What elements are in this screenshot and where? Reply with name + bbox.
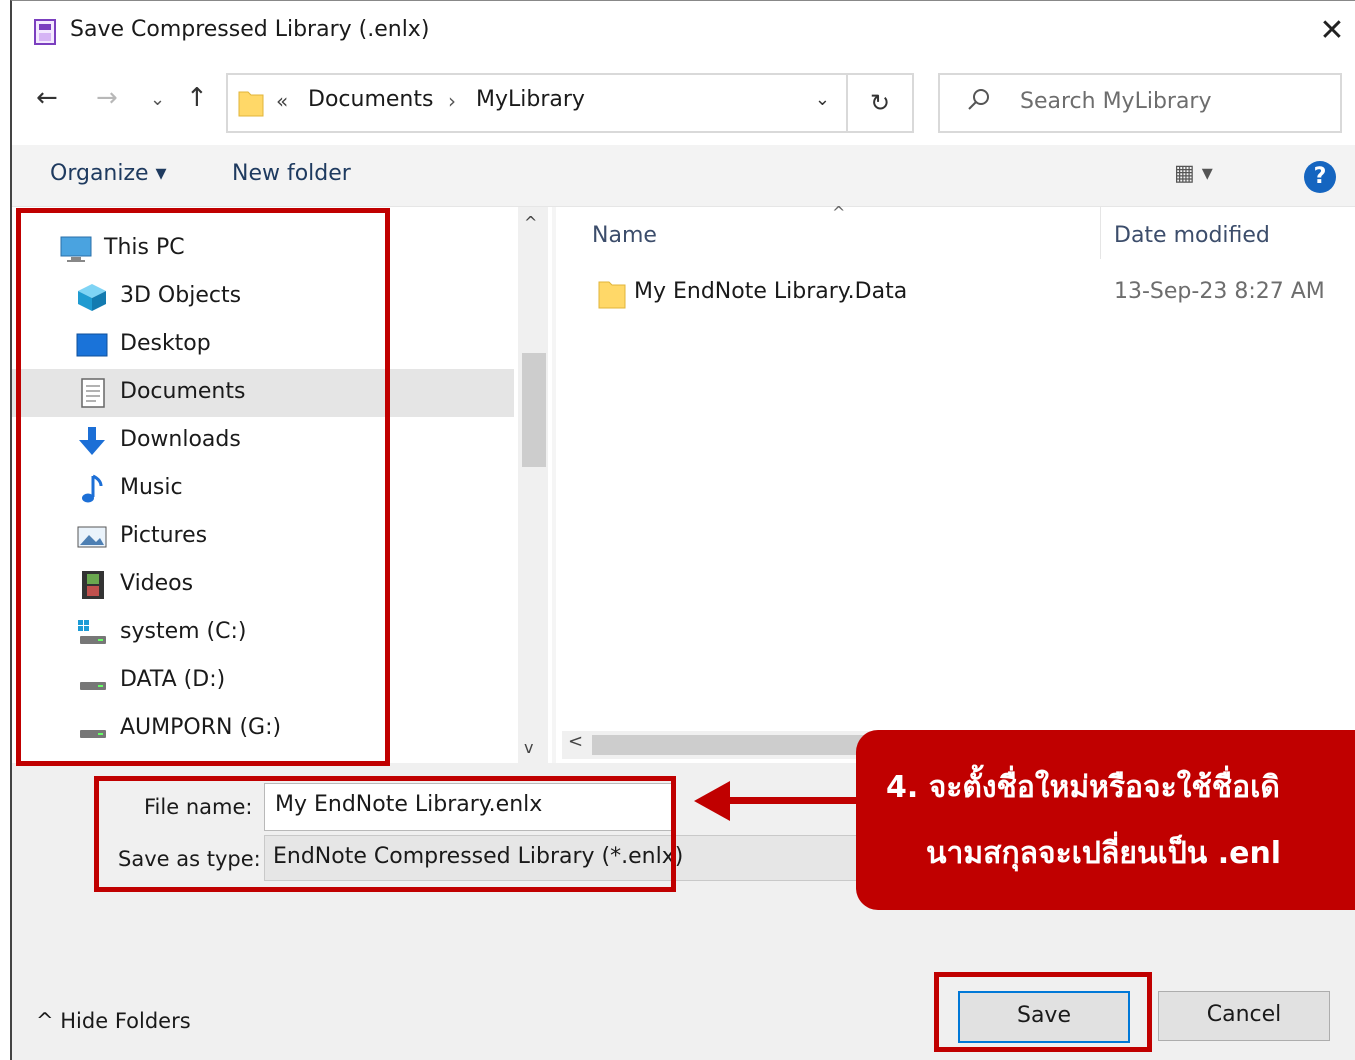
search-box[interactable]: Search MyLibrary	[938, 73, 1342, 133]
windows-drive-icon	[78, 620, 106, 644]
list-item[interactable]: My EndNote Library.Data 13-Sep-23 8:27 A…	[586, 271, 1355, 315]
up-arrow-icon[interactable]: ↑	[186, 83, 208, 113]
scroll-left-icon[interactable]: <	[568, 731, 583, 752]
file-name-label: File name:	[144, 795, 253, 819]
sidebar-item-3d-objects[interactable]: 3D Objects	[12, 273, 514, 321]
desktop-icon	[76, 333, 108, 357]
column-header-date-modified[interactable]: Date modified	[1114, 223, 1270, 248]
column-divider[interactable]	[1100, 207, 1101, 259]
sidebar-item-label: Documents	[120, 379, 246, 404]
sidebar-item-label: Desktop	[120, 331, 211, 356]
callout-arrow-icon	[694, 781, 730, 821]
command-toolbar: Organize ▾ New folder ▦ ▾ ?	[12, 145, 1355, 207]
save-button[interactable]: Save	[958, 991, 1130, 1043]
sidebar-item-label: Videos	[120, 571, 194, 596]
sidebar-item-label: system (C:)	[120, 619, 247, 644]
sidebar-item-label: 3D Objects	[120, 283, 242, 308]
sidebar-item-documents[interactable]: Documents	[12, 369, 514, 417]
recent-locations-chevron-icon[interactable]: ⌄	[150, 89, 165, 110]
view-options-button[interactable]: ▦ ▾	[1174, 161, 1213, 186]
sidebar-item-music[interactable]: Music	[12, 465, 514, 513]
endnote-app-icon	[34, 19, 56, 45]
scrollbar-thumb[interactable]	[592, 735, 872, 755]
monitor-icon	[60, 236, 92, 262]
breadcrumb-mylibrary[interactable]: MyLibrary	[476, 87, 585, 112]
hide-folders-button[interactable]: ^ Hide Folders	[36, 1009, 191, 1033]
folder-icon	[238, 91, 264, 117]
sidebar-item-system-c[interactable]: system (C:)	[12, 609, 514, 657]
sidebar-item-label: Pictures	[120, 523, 208, 548]
sort-ascending-icon: ^	[832, 203, 846, 222]
callout-line-2: นามสกุลจะเปลี่ยนเป็น .enl	[926, 836, 1282, 871]
scroll-up-icon[interactable]: ^	[524, 213, 537, 232]
folder-icon	[598, 281, 626, 309]
save-as-type-label: Save as type:	[118, 847, 261, 871]
sidebar-item-label: This PC	[104, 235, 185, 260]
window-title: Save Compressed Library (.enlx)	[70, 17, 430, 42]
callout-arrow-line	[718, 797, 868, 804]
search-input[interactable]: Search MyLibrary	[1020, 89, 1212, 114]
refresh-button[interactable]: ↻	[848, 73, 914, 133]
sidebar-item-aumporn-g[interactable]: AUMPORN (G:)	[12, 705, 514, 753]
picture-icon	[77, 526, 107, 548]
instruction-callout: 4. จะตั้งชื่อใหม่หรือจะใช้ชื่อเดิ นามสกุ…	[856, 730, 1355, 910]
sidebar-item-desktop[interactable]: Desktop	[12, 321, 514, 369]
breadcrumb-overflow-icon[interactable]: «	[276, 89, 288, 113]
download-arrow-icon	[79, 427, 105, 455]
sidebar-item-label: Music	[120, 475, 183, 500]
sidebar-item-videos[interactable]: Videos	[12, 561, 514, 609]
file-name: My EndNote Library.Data	[634, 279, 908, 304]
document-icon	[81, 378, 105, 408]
help-icon[interactable]: ?	[1304, 161, 1336, 193]
sidebar-item-label: Downloads	[120, 427, 241, 452]
new-folder-button[interactable]: New folder	[232, 161, 351, 186]
scrollbar-thumb[interactable]	[522, 353, 546, 467]
close-button[interactable]: ✕	[1309, 9, 1355, 55]
navigation-bar: ← → ⌄ ↑ « Documents › MyLibrary ⌄ ↻ Sear…	[12, 63, 1355, 145]
sidebar-item-data-d[interactable]: DATA (D:)	[12, 657, 514, 705]
file-list: ^ Name Date modified My EndNote Library.…	[556, 203, 1355, 731]
back-arrow-icon[interactable]: ←	[36, 83, 58, 113]
drive-icon	[80, 730, 106, 738]
breadcrumb-separator-icon[interactable]: ›	[448, 89, 456, 113]
organize-menu-button[interactable]: Organize ▾	[50, 161, 167, 186]
forward-arrow-icon[interactable]: →	[96, 83, 118, 113]
cancel-button[interactable]: Cancel	[1158, 991, 1330, 1041]
scroll-down-icon[interactable]: v	[524, 738, 533, 757]
sidebar-item-pictures[interactable]: Pictures	[12, 513, 514, 561]
sidebar-item-downloads[interactable]: Downloads	[12, 417, 514, 465]
address-bar[interactable]: « Documents › MyLibrary ⌄	[226, 73, 848, 133]
search-icon	[968, 89, 989, 110]
cube-icon	[78, 284, 106, 311]
save-as-type-select[interactable]: EndNote Compressed Library (*.enlx)	[264, 835, 876, 881]
address-dropdown-icon[interactable]: ⌄	[815, 89, 830, 110]
drive-icon	[80, 682, 106, 690]
title-bar: Save Compressed Library (.enlx) ✕	[12, 1, 1355, 63]
breadcrumb-documents[interactable]: Documents	[308, 87, 433, 112]
navigation-pane-scrollbar[interactable]: ^ v	[518, 207, 548, 763]
sidebar-item-this-pc[interactable]: This PC	[12, 225, 514, 273]
callout-line-1: 4. จะตั้งชื่อใหม่หรือจะใช้ชื่อเดิ	[886, 770, 1280, 805]
column-header-name[interactable]: Name	[592, 223, 657, 248]
file-name-input[interactable]: My EndNote Library.enlx	[264, 783, 672, 831]
navigation-pane: This PC 3D Objects Desktop Documents Dow…	[12, 207, 552, 763]
music-note-icon	[82, 474, 103, 503]
sidebar-item-label: AUMPORN (G:)	[120, 715, 282, 740]
file-date-modified: 13-Sep-23 8:27 AM	[1114, 279, 1325, 304]
sidebar-item-label: DATA (D:)	[120, 667, 226, 692]
film-icon	[82, 571, 104, 599]
